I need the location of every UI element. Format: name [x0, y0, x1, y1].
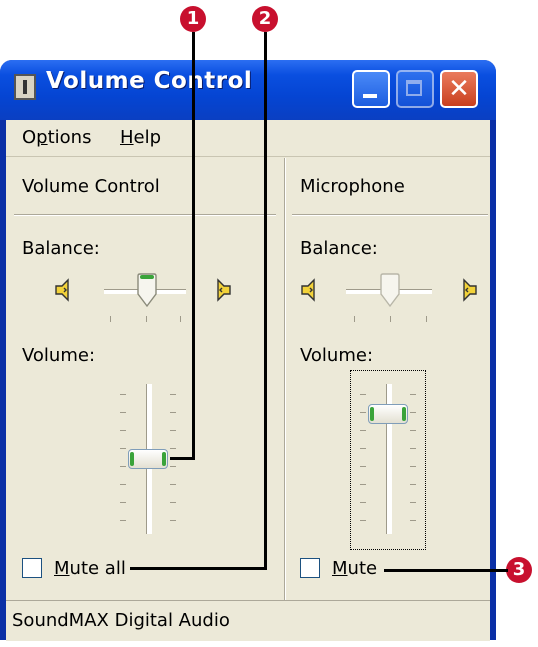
- right-balance-thumb[interactable]: [379, 272, 401, 308]
- maximize-button[interactable]: [396, 70, 434, 108]
- left-balance-tick: [110, 316, 111, 322]
- volume-tick: [120, 412, 126, 413]
- mute-all-accesskey: M: [54, 558, 70, 579]
- window-title: Volume Control: [46, 68, 253, 94]
- right-balance-tick: [426, 316, 427, 322]
- mute-all-label[interactable]: Mute all: [54, 558, 126, 579]
- right-volume-label: Volume:: [300, 345, 374, 366]
- callout-2-leader: [130, 567, 267, 570]
- callout-1: 1: [180, 6, 206, 32]
- volume-tick: [360, 412, 366, 413]
- left-balance-tick: [180, 316, 181, 322]
- volume-tick: [360, 484, 366, 485]
- menu-options-suffix: tions: [47, 127, 92, 148]
- menu-options-accesskey: p: [36, 127, 48, 148]
- volume-tick: [410, 520, 416, 521]
- volume-tick: [410, 466, 416, 467]
- panel-heading-volume-control: Volume Control: [22, 176, 160, 197]
- callout-3: 3: [506, 557, 532, 583]
- volume-tick: [410, 412, 416, 413]
- close-icon: ✕: [448, 74, 470, 104]
- volume-tick: [410, 502, 416, 503]
- volume-tick: [120, 484, 126, 485]
- panel-separator: [284, 158, 286, 600]
- volume-tick: [170, 484, 176, 485]
- left-volume-thumb[interactable]: [128, 449, 168, 469]
- volume-tick: [360, 448, 366, 449]
- status-device-name: SoundMAX Digital Audio: [12, 610, 230, 631]
- callout-1-leader: [192, 32, 195, 460]
- volume-tick: [360, 466, 366, 467]
- menu-help[interactable]: Help: [120, 120, 161, 156]
- right-volume-slider[interactable]: [356, 384, 420, 534]
- volume-tick: [360, 394, 366, 395]
- right-balance-label: Balance:: [300, 238, 378, 259]
- minimize-button[interactable]: [352, 70, 390, 108]
- volume-tick: [360, 520, 366, 521]
- left-heading-divider: [14, 214, 276, 216]
- volume-tick: [120, 430, 126, 431]
- volume-tick: [170, 448, 176, 449]
- volume-tick: [120, 448, 126, 449]
- left-balance-label: Balance:: [22, 238, 100, 259]
- volume-tick: [170, 394, 176, 395]
- mute-accesskey: M: [332, 558, 348, 579]
- volume-tick: [360, 502, 366, 503]
- callout-2: 2: [252, 6, 278, 32]
- volume-tick: [410, 430, 416, 431]
- right-balance-tick: [354, 316, 355, 322]
- volume-tick: [120, 394, 126, 395]
- speaker-right-icon: [463, 278, 477, 302]
- speaker-right-icon: [217, 278, 231, 302]
- volume-tick: [360, 430, 366, 431]
- speaker-left-icon: [55, 278, 69, 302]
- right-balance-tick: [390, 316, 391, 322]
- panel-heading-microphone: Microphone: [300, 176, 405, 197]
- volume-tick: [120, 466, 126, 467]
- left-volume-label: Volume:: [22, 345, 96, 366]
- menu-options[interactable]: Options: [22, 120, 91, 156]
- mute-label[interactable]: Mute: [332, 558, 377, 579]
- menu-help-accesskey: H: [120, 127, 134, 148]
- callout-3-leader: [384, 569, 508, 572]
- speaker-left-icon: [301, 278, 315, 302]
- callout-2-leader: [264, 32, 267, 569]
- menu-options-prefix: O: [22, 127, 37, 148]
- volume-tick: [170, 520, 176, 521]
- volume-tick: [170, 466, 176, 467]
- callout-1-leader: [170, 457, 195, 460]
- left-balance-tick: [146, 316, 147, 322]
- mute-checkbox[interactable]: [300, 558, 320, 578]
- volume-tick: [170, 412, 176, 413]
- menu-help-suffix: elp: [133, 127, 162, 148]
- minimize-icon: [363, 94, 377, 98]
- mute-text: ute: [347, 558, 378, 579]
- volume-tick: [120, 520, 126, 521]
- volume-control-app-icon[interactable]: [14, 74, 36, 100]
- right-heading-divider: [292, 214, 488, 216]
- volume-tick: [410, 484, 416, 485]
- mute-all-text: ute all: [69, 558, 126, 579]
- volume-tick: [170, 430, 176, 431]
- volume-tick: [170, 502, 176, 503]
- maximize-icon: [406, 80, 422, 96]
- close-button[interactable]: ✕: [440, 70, 478, 108]
- mute-all-checkbox[interactable]: [22, 558, 42, 578]
- right-volume-thumb[interactable]: [368, 404, 408, 424]
- left-balance-thumb[interactable]: [136, 272, 158, 308]
- volume-tick: [120, 502, 126, 503]
- volume-tick: [410, 394, 416, 395]
- volume-tick: [410, 448, 416, 449]
